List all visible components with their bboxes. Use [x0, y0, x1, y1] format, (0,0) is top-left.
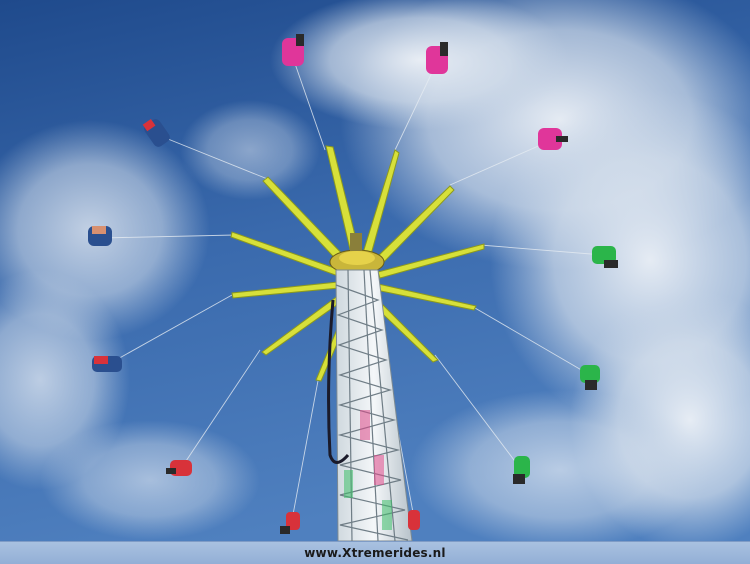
swing-seat — [92, 356, 122, 372]
ride-photo — [0, 0, 750, 541]
swing-seat — [88, 226, 112, 246]
swing-seat — [282, 34, 304, 66]
swing-seat — [426, 42, 448, 74]
watermark-text: www.Xtremerides.nl — [304, 546, 446, 560]
swing-seat — [408, 510, 420, 530]
watermark-bar: www.Xtremerides.nl — [0, 541, 750, 564]
